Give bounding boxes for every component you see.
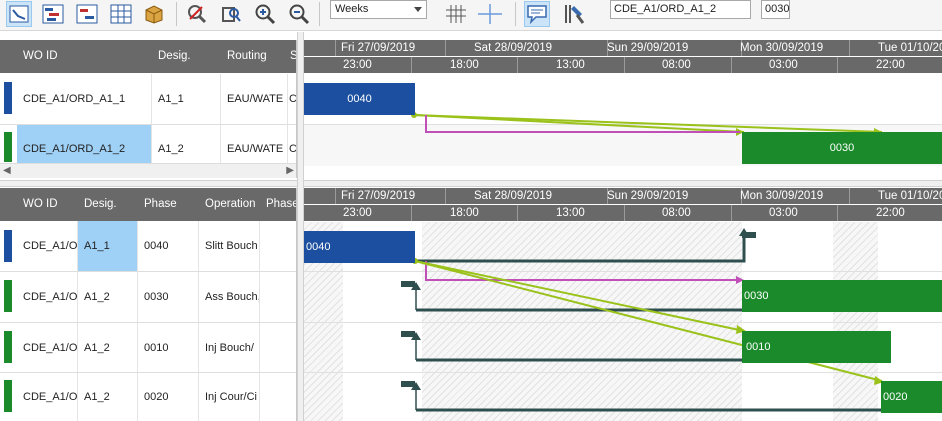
- tools-icon: [565, 5, 585, 24]
- scroll-right-icon[interactable]: ▶: [286, 165, 294, 176]
- column-header-desig[interactable]: Desig.: [152, 40, 222, 73]
- task-bar[interactable]: 0010: [742, 331, 891, 363]
- horizontal-splitter[interactable]: [0, 180, 942, 187]
- phase-cell[interactable]: 0040: [138, 221, 199, 271]
- column-header-desig[interactable]: Desig.: [78, 188, 139, 221]
- task-bar[interactable]: 0040: [304, 231, 415, 263]
- row-header-corner: [0, 40, 18, 73]
- wo-id-cell-selected[interactable]: CDE_A1/ORD_A1_2: [17, 125, 152, 163]
- search-clear-icon: [188, 5, 207, 24]
- desig-cell-selected[interactable]: A1_1: [78, 221, 138, 271]
- phase-cell[interactable]: 0030: [138, 272, 199, 322]
- operation-cell[interactable]: Inj Cour/Ci: [199, 373, 260, 421]
- zoom-in-icon: [255, 4, 276, 25]
- row-color-marker: [4, 230, 12, 262]
- package-icon: [145, 5, 163, 24]
- row-color-marker: [4, 82, 12, 114]
- column-header-wo-id[interactable]: WO ID: [17, 40, 153, 73]
- desig-cell[interactable]: A1_2: [152, 125, 221, 163]
- load-view-button[interactable]: [74, 1, 100, 27]
- task-bar-label: 0040: [347, 93, 372, 105]
- desig-cell[interactable]: A1_2: [78, 373, 138, 421]
- gantt-view-icon: [9, 5, 29, 23]
- package-button[interactable]: [141, 1, 167, 27]
- gantt-view-button[interactable]: [6, 1, 32, 27]
- row-color-marker: [4, 132, 12, 162]
- comment-icon: [527, 5, 547, 24]
- wo-id-cell[interactable]: CDE_A1/OI: [17, 221, 78, 271]
- resource-gantt-button[interactable]: [40, 1, 66, 27]
- zoom-out-button[interactable]: [286, 1, 312, 27]
- row-color-marker: [4, 380, 12, 412]
- order-field[interactable]: CDE_A1/ORD_A1_2: [610, 0, 751, 19]
- grid-view-button[interactable]: [108, 1, 134, 27]
- column-header-phase[interactable]: Phase: [138, 188, 200, 221]
- s-cell[interactable]: C: [288, 74, 296, 124]
- search-clear-button[interactable]: [184, 1, 210, 27]
- vertical-splitter[interactable]: [297, 32, 304, 421]
- column-header-phase-2[interactable]: Phase: [260, 188, 296, 221]
- task-bar-label: 0030: [829, 142, 855, 154]
- desig-cell[interactable]: A1_2: [78, 272, 138, 322]
- crosshair-icon: [478, 4, 502, 24]
- phase-field-value: 0030: [765, 3, 790, 15]
- task-bar[interactable]: 0020: [881, 381, 942, 413]
- task-bar[interactable]: 0030: [742, 280, 942, 312]
- phase-field[interactable]: 0030: [761, 0, 790, 19]
- column-header-s[interactable]: S: [288, 40, 296, 73]
- grid-view-icon: [110, 4, 132, 24]
- filter-icon: [222, 7, 241, 22]
- toolbar-separator: [319, 2, 320, 26]
- tools-button[interactable]: [561, 1, 587, 27]
- task-bar-label: 0020: [883, 391, 908, 403]
- phase-cell[interactable]: 0020: [138, 373, 199, 421]
- operation-cell[interactable]: Slitt Bouch: [199, 221, 260, 271]
- operation-cell[interactable]: Ass Bouch,: [199, 272, 260, 322]
- zoom-in-button[interactable]: [252, 1, 278, 27]
- wo-id-cell[interactable]: CDE_A1/OI: [17, 272, 78, 322]
- comment-button[interactable]: [524, 1, 550, 27]
- routing-cell[interactable]: EAU/WATE: [221, 74, 288, 124]
- toolbar-separator: [515, 2, 516, 26]
- load-view-icon: [76, 4, 98, 24]
- row-color-marker: [4, 280, 12, 312]
- operation-cell[interactable]: Inj Bouch/: [199, 323, 260, 373]
- chevron-down-icon: [414, 7, 422, 12]
- order-field-value: CDE_A1/ORD_A1_2: [614, 3, 717, 15]
- wo-id-cell[interactable]: CDE_A1/OI: [17, 323, 78, 373]
- scale-select[interactable]: Weeks: [330, 0, 427, 19]
- bottom-operation-grid: WO ID Desig. Phase Operation Phase CDE_A…: [0, 188, 297, 421]
- task-bar[interactable]: 0040: [304, 83, 415, 115]
- toolbar-separator: [176, 2, 177, 26]
- top-gantt-chart: Fri 27/09/2019 Sat 28/09/2019 Sun 29/09/…: [304, 40, 942, 166]
- scale-select-value: Weeks: [335, 3, 369, 15]
- grid-lines-button[interactable]: [443, 1, 469, 27]
- scroll-left-icon[interactable]: ◀: [3, 165, 11, 176]
- row-color-marker: [4, 331, 12, 363]
- resource-gantt-icon: [42, 4, 64, 24]
- grid-lines-icon: [446, 5, 466, 23]
- zoom-out-icon: [289, 4, 310, 25]
- s-cell[interactable]: C: [288, 125, 296, 163]
- bottom-gantt-chart: Fri 27/09/2019 Sat 28/09/2019 Sun 29/09/…: [304, 188, 942, 421]
- crosshair-button[interactable]: [477, 1, 503, 27]
- filter-button[interactable]: [218, 1, 244, 27]
- column-header-wo-id[interactable]: WO ID: [17, 188, 79, 221]
- task-bar[interactable]: 0030: [742, 132, 942, 164]
- desig-cell[interactable]: A1_2: [78, 323, 138, 373]
- task-bar-label: 0040: [306, 241, 331, 253]
- column-header-operation[interactable]: Operation: [199, 188, 261, 221]
- task-bar-label: 0010: [746, 341, 771, 353]
- column-header-routing[interactable]: Routing: [221, 40, 296, 73]
- row-header-corner: [0, 188, 18, 221]
- phase-cell[interactable]: 0010: [138, 323, 199, 373]
- toolbar: Weeks CDE_A1/ORD_A1_2 0030: [0, 0, 942, 31]
- routing-cell[interactable]: EAU/WATE: [221, 125, 288, 163]
- top-work-order-grid: WO ID Desig. Routing S CDE_A1/ORD_A1_1 A…: [0, 40, 297, 178]
- desig-cell[interactable]: A1_1: [152, 74, 221, 124]
- wo-id-cell[interactable]: CDE_A1/ORD_A1_1: [17, 74, 152, 124]
- task-bar-label: 0030: [744, 290, 769, 302]
- wo-id-cell[interactable]: CDE_A1/OI: [17, 373, 78, 421]
- horizontal-scrollbar[interactable]: ◀ ▶: [0, 163, 296, 178]
